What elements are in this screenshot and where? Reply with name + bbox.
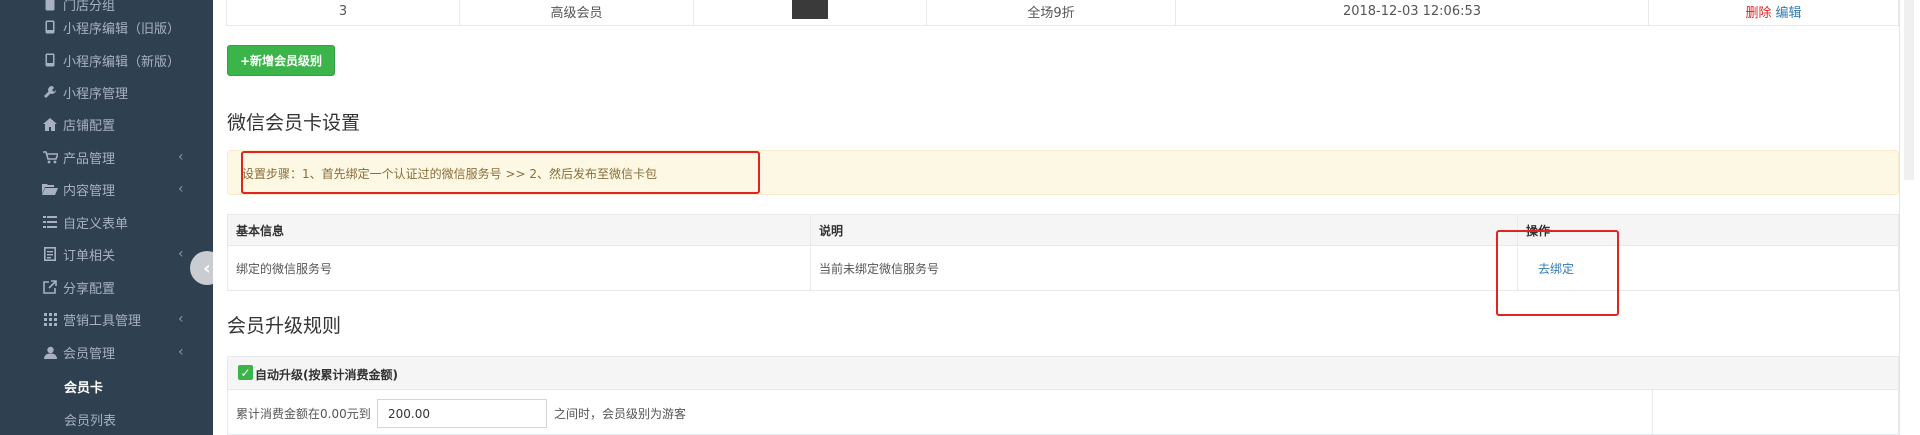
grid-icon	[42, 311, 58, 327]
chevron-left-icon: ‹	[178, 149, 184, 165]
created-time-cell: 2018-12-03 12:06:53	[1175, 0, 1649, 26]
rule-suffix-text: 之间时，会员级别为游客	[554, 407, 687, 421]
auto-upgrade-header: ✓ 自动升级(按累计消费金额)	[227, 356, 1899, 390]
table-row: 绑定的微信服务号 当前未绑定微信服务号 去绑定	[227, 246, 1899, 291]
edit-link[interactable]: 编辑	[1776, 2, 1802, 21]
sidebar-subitem-member-list[interactable]: 会员列表	[64, 410, 116, 429]
sidebar-item-miniapp-edit-old[interactable]: 小程序编辑（旧版）	[0, 11, 213, 43]
annotation-box-steps	[241, 151, 760, 194]
phone-icon	[42, 52, 58, 68]
delete-link[interactable]: 删除	[1745, 2, 1771, 21]
cart-icon	[42, 149, 58, 165]
user-icon	[42, 344, 58, 360]
scrollbar-thumb[interactable]	[1904, 0, 1914, 180]
sidebar-item-orders[interactable]: 订单相关 ‹	[0, 238, 213, 270]
sidebar-item-custom-form[interactable]: 自定义表单	[0, 206, 213, 238]
chevron-left-icon: ‹	[178, 181, 184, 197]
document-icon	[42, 246, 58, 262]
sidebar-item-content[interactable]: 内容管理 ‹	[0, 173, 213, 205]
chevron-left-icon: ‹	[178, 344, 184, 360]
upgrade-rule-row: 累计消费金额在0.00元到 200.00 之间时，会员级别为游客	[227, 390, 1899, 435]
sidebar-item-members[interactable]: 会员管理 ‹	[0, 336, 213, 368]
add-member-level-button[interactable]: +新增会员级别	[227, 45, 335, 76]
sidebar-item-marketing[interactable]: 营销工具管理 ‹	[0, 303, 213, 335]
home-icon	[42, 116, 58, 132]
sidebar-item-store-config[interactable]: 店铺配置	[0, 108, 213, 140]
phone-icon	[42, 19, 58, 35]
chevron-left-icon: ‹	[203, 257, 211, 279]
folder-open-icon	[42, 181, 58, 197]
auto-upgrade-checkbox[interactable]: ✓	[238, 365, 253, 380]
discount-cell: 全场9折	[926, 0, 1176, 26]
annotation-box-bind	[1496, 230, 1619, 316]
card-thumbnail	[792, 0, 828, 19]
sidebar-item-miniapp-manage[interactable]: 小程序管理	[0, 76, 213, 108]
actions-cell: 删除 编辑	[1648, 0, 1899, 26]
amount-input[interactable]: 200.00	[377, 399, 547, 428]
auto-upgrade-label: 自动升级(按累计消费金额)	[255, 368, 398, 382]
card-image-cell	[693, 0, 927, 26]
table-row: 3 高级会员 全场9折 2018-12-03 12:06:53 删除 编辑	[226, 0, 1899, 26]
sidebar-item-miniapp-edit-new[interactable]: 小程序编辑（新版）	[0, 44, 213, 76]
scrollbar[interactable]	[1899, 0, 1920, 435]
sidebar-subitem-member-card[interactable]: 会员卡	[64, 377, 103, 396]
upgrade-rules-section-title: 会员升级规则	[227, 315, 342, 337]
level-name-cell: 高级会员	[459, 0, 694, 26]
sidebar: 门店分组 小程序编辑（旧版） 小程序编辑（新版） 小程序管理 店铺配置 产品管理…	[0, 0, 213, 435]
row-divider	[1652, 390, 1653, 435]
level-cell: 3	[226, 0, 460, 26]
rule-prefix-text: 累计消费金额在0.00元到	[236, 407, 371, 421]
sidebar-item-share-config[interactable]: 分享配置	[0, 271, 213, 303]
wechat-card-section-title: 微信会员卡设置	[227, 112, 361, 134]
column-header-info: 基本信息	[228, 215, 811, 245]
table-header: 基本信息 说明 操作	[227, 214, 1899, 246]
column-header-desc: 说明	[811, 215, 1518, 245]
list-icon	[42, 214, 58, 230]
bind-status-cell: 当前未绑定微信服务号	[811, 246, 1518, 290]
wrench-icon	[42, 84, 58, 100]
sidebar-item-products[interactable]: 产品管理 ‹	[0, 141, 213, 173]
share-icon	[42, 279, 58, 295]
chevron-left-icon: ‹	[178, 311, 184, 327]
bound-service-account-cell: 绑定的微信服务号	[228, 246, 811, 290]
chevron-left-icon: ‹	[178, 246, 184, 262]
